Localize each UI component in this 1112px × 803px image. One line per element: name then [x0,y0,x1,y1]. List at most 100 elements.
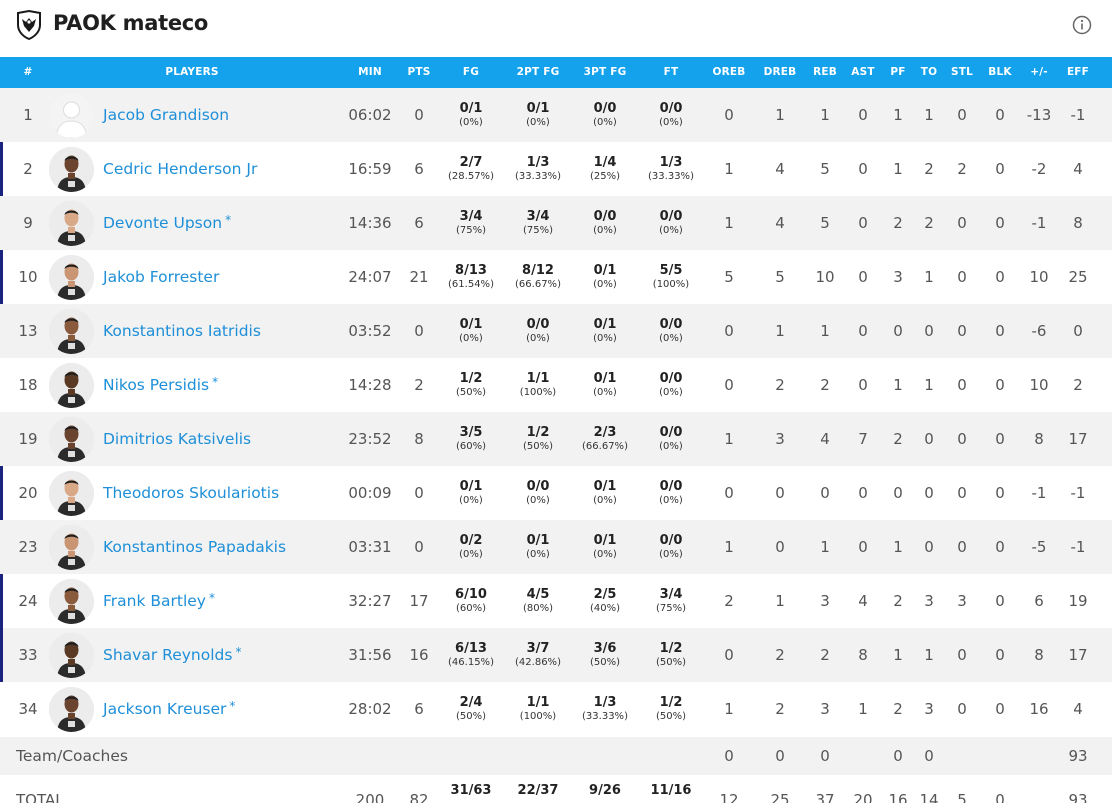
total-oreb: 12 [719,791,739,803]
column-header-name[interactable]: PLAYERS [92,57,292,88]
stat-pf: 1 [893,160,903,178]
player-name-link[interactable]: Jakob Forrester [103,250,219,304]
player-name[interactable]: Cedric Henderson Jr [103,160,257,178]
player-name[interactable]: Dimitrios Katsivelis [103,430,251,448]
table-row[interactable]: 1 Jacob Grandison 06:02 0 0/1 (0%) 0/1 (0%) 0/0(… [0,88,1112,142]
column-header-dreb[interactable]: DREB [760,57,800,88]
table-row[interactable]: 33 Shavar Reynolds * 31:56 16 6/13 (46.15%) 3/7… [0,628,1112,682]
player-name-link[interactable]: Konstantinos Iatridis [103,304,261,358]
column-header-eff[interactable]: EFF [1058,57,1098,88]
column-header-ft[interactable]: FT [641,57,701,88]
player-name-link[interactable]: Jackson Kreuser * [103,682,235,736]
jersey-number: 10 [18,268,38,286]
stat-dreb: 0 [775,484,785,502]
player-name[interactable]: Shavar Reynolds [103,646,232,664]
player-name[interactable]: Nikos Persidis [103,376,209,394]
stat-fg3: 2/3 (66.67%) [575,412,635,466]
stat-to: 0 [924,538,934,556]
stat-fg-made: 2/4 [459,695,483,710]
column-header-blk[interactable]: BLK [983,57,1017,88]
table-row[interactable]: 19 Dimitrios Katsivelis 23:52 8 3/5 (60%) 1/2(… [0,412,1112,466]
stat-fg3: 0/0 (0%) [575,196,635,250]
player-name[interactable]: Jacob Grandison [103,106,229,124]
stat-ft-pct: (0%) [659,495,683,506]
player-avatar[interactable] [49,147,94,192]
column-header-fg[interactable]: FG [441,57,501,88]
player-avatar[interactable] [49,201,94,246]
player-avatar[interactable] [49,633,94,678]
player-avatar[interactable] [49,363,94,408]
column-header-reb[interactable]: REB [805,57,845,88]
table-row[interactable]: 20 Theodoros Skoulariotis 00:09 0 0/1 (0%) 0/0… [0,466,1112,520]
player-avatar[interactable] [49,579,94,624]
table-row[interactable]: 18 Nikos Persidis * 14:28 2 1/2 (50%) 1/1 (100%)… [0,358,1112,412]
player-avatar[interactable] [49,687,94,732]
stat-ft-pct: (100%) [652,279,690,290]
stat-pm: 10 [1029,376,1049,394]
stat-stl: 0 [957,376,967,394]
stat-fg: 3/4 (75%) [441,196,501,250]
column-header-oreb[interactable]: OREB [709,57,749,88]
stat-min: 06:02 [348,106,392,124]
column-header-fg3[interactable]: 3PT FG [575,57,635,88]
player-name[interactable]: Frank Bartley [103,592,206,610]
table-row[interactable]: 2 Cedric Henderson Jr 16:59 6 2/7 (28.57%) 1/3… [0,142,1112,196]
player-name-link[interactable]: Nikos Persidis * [103,358,218,412]
stat-ast: 0 [858,268,868,286]
player-name[interactable]: Jakob Forrester [103,268,219,286]
table-row[interactable]: 10 Jakob Forrester 24:07 21 8/13 (61.54%) 8/12… [0,250,1112,304]
player-avatar[interactable] [49,309,94,354]
player-name-link[interactable]: Shavar Reynolds * [103,628,241,682]
column-header-ast[interactable]: AST [845,57,881,88]
player-name[interactable]: Devonte Upson [103,214,222,232]
column-header-pm[interactable]: +/- [1022,57,1056,88]
stat-pm: 10 [1029,268,1049,286]
table-row[interactable]: 23 Konstantinos Papadakis 03:31 0 0/2 (0%) 0/1… [0,520,1112,574]
stat-ft-made: 0/0 [659,101,683,116]
player-avatar[interactable] [49,471,94,516]
stat-fg3-pct: (50%) [589,657,621,668]
stat-fg2: 0/1 (0%) [508,520,568,574]
stat-fg2-pct: (100%) [519,387,557,398]
info-icon[interactable] [1072,15,1092,35]
player-avatar[interactable] [49,255,94,300]
player-name-link[interactable]: Theodoros Skoulariotis [103,466,279,520]
table-row[interactable]: 9 Devonte Upson * 14:36 6 3/4 (75%) 3/4 (75%) 0/0… [0,196,1112,250]
player-avatar[interactable] [49,93,94,138]
player-name[interactable]: Theodoros Skoulariotis [103,484,279,502]
column-header-pf[interactable]: PF [883,57,913,88]
stat-to: 2 [924,214,934,232]
table-row[interactable]: 34 Jackson Kreuser * 28:02 6 2/4 (50%) 1/1 (100%… [0,682,1112,736]
stat-ast: 0 [858,214,868,232]
stat-min: 03:52 [348,322,392,340]
stat-fg-pct: (28.57%) [448,171,494,182]
column-header-num[interactable]: # [8,57,48,88]
table-row[interactable]: 13 Konstantinos Iatridis 03:52 0 0/1 (0%) 0/0(… [0,304,1112,358]
stat-ft: 0/0 (0%) [641,466,701,520]
player-name-link[interactable]: Cedric Henderson Jr [103,142,257,196]
stat-blk: 0 [995,538,1005,556]
player-name-link[interactable]: Jacob Grandison [103,88,229,142]
stat-dreb: 2 [775,646,785,664]
stat-reb: 1 [820,538,830,556]
column-header-stl[interactable]: STL [945,57,979,88]
column-header-min[interactable]: MIN [345,57,395,88]
total-reb: 37 [815,791,835,803]
player-avatar[interactable] [49,417,94,462]
player-name-link[interactable]: Dimitrios Katsivelis [103,412,251,466]
column-header-fg2[interactable]: 2PT FG [508,57,568,88]
stat-ft: 1/2 (50%) [641,682,701,736]
column-header-to[interactable]: TO [914,57,944,88]
player-name-link[interactable]: Devonte Upson * [103,196,231,250]
team-stat-dreb: 0 [775,747,785,765]
player-name[interactable]: Konstantinos Papadakis [103,538,286,556]
player-name-link[interactable]: Konstantinos Papadakis [103,520,286,574]
player-avatar[interactable] [49,525,94,570]
player-name[interactable]: Konstantinos Iatridis [103,322,261,340]
player-name[interactable]: Jackson Kreuser [103,700,226,718]
table-row[interactable]: 24 Frank Bartley * 32:27 17 6/10 (60%) 4/5 (80%)… [0,574,1112,628]
stat-oreb: 1 [724,538,734,556]
stat-oreb: 1 [724,700,734,718]
player-name-link[interactable]: Frank Bartley * [103,574,215,628]
column-header-pts[interactable]: PTS [399,57,439,88]
